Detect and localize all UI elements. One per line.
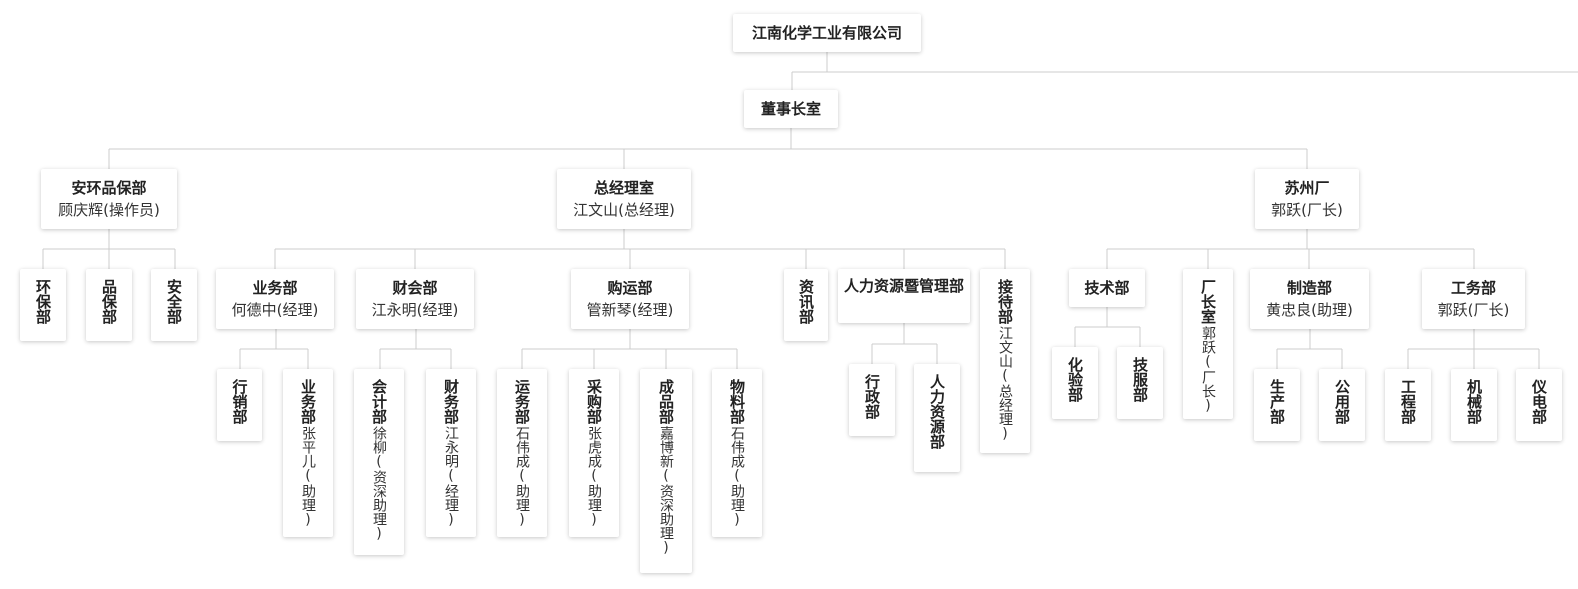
- node-materials-dept[interactable]: 物料部 石伟成(助理): [712, 369, 762, 537]
- node-machinery-dept[interactable]: 机械部: [1451, 369, 1497, 441]
- node-human-resources-dept[interactable]: 人力资源部: [914, 364, 960, 472]
- node-plant-manager-office[interactable]: 厂长室 郭跃(厂长): [1183, 269, 1233, 419]
- node-title: 江南化学工业有限公司: [751, 24, 902, 42]
- node-safety-dept[interactable]: 安全部: [151, 269, 197, 341]
- node-title: 会计部: [370, 379, 388, 424]
- node-title: 技服部: [1131, 357, 1149, 402]
- node-subtitle: 管新琴(经理): [586, 301, 674, 319]
- node-utilities-dept[interactable]: 公用部: [1319, 369, 1365, 441]
- node-environment-dept[interactable]: 环保部: [20, 269, 66, 341]
- node-subtitle: 郭跃(厂长): [1200, 326, 1216, 414]
- node-subtitle: 江文山(总经理): [573, 201, 675, 219]
- node-chairman-office[interactable]: 董事长室: [744, 90, 838, 128]
- node-title: 行政部: [863, 374, 881, 419]
- node-finished-goods-dept[interactable]: 成品部 嘉博新(资深助理): [640, 369, 692, 573]
- node-finance-accounting-dept[interactable]: 财会部 江永明(经理): [356, 269, 474, 329]
- node-information-dept[interactable]: 资讯部: [784, 269, 828, 341]
- node-subtitle: 江永明(经理): [443, 426, 459, 528]
- node-title: 技术部: [1084, 279, 1130, 297]
- node-title: 业务部: [299, 379, 317, 424]
- node-transport-dept[interactable]: 运务部 石伟成(助理): [497, 369, 547, 537]
- node-subtitle: 石伟成(助理): [514, 426, 530, 528]
- node-subtitle: 嘉博新(资深助理): [658, 426, 674, 556]
- org-chart: 江南化学工业有限公司 董事长室 安环品保部 顾庆辉(操作员) 总经理室 江文山(…: [0, 0, 1578, 589]
- node-subtitle: 郭跃(厂长): [1271, 201, 1343, 219]
- node-title: 财会部: [392, 279, 438, 297]
- node-title: 行销部: [230, 379, 249, 424]
- node-suzhou-plant[interactable]: 苏州厂 郭跃(厂长): [1255, 169, 1359, 229]
- node-subtitle: 石伟成(助理): [729, 426, 745, 528]
- node-title: 苏州厂: [1284, 179, 1330, 197]
- node-subtitle: 顾庆辉(操作员): [58, 201, 160, 219]
- node-title: 工务部: [1450, 279, 1496, 297]
- node-subtitle: 张平儿(助理): [300, 426, 316, 528]
- node-jiangnan-chemical-company[interactable]: 江南化学工业有限公司: [733, 14, 921, 52]
- node-title: 机械部: [1465, 379, 1483, 424]
- node-title: 工程部: [1399, 379, 1417, 424]
- node-reception-dept[interactable]: 接待部 江文山(总经理): [980, 269, 1030, 453]
- node-title: 购运部: [607, 279, 653, 297]
- node-title: 厂长室: [1199, 279, 1217, 324]
- node-engineering-works-dept[interactable]: 工务部 郭跃(厂长): [1422, 269, 1525, 329]
- node-title: 业务部: [252, 279, 298, 297]
- node-instrument-electrical-dept[interactable]: 仪电部: [1516, 369, 1562, 441]
- node-title: 采购部: [585, 379, 603, 424]
- node-safety-quality-dept[interactable]: 安环品保部 顾庆辉(操作员): [41, 169, 177, 229]
- node-subtitle: 何德中(经理): [231, 301, 319, 319]
- node-laboratory-dept[interactable]: 化验部: [1052, 347, 1098, 419]
- node-title: 公用部: [1333, 379, 1351, 424]
- node-business-subdept[interactable]: 业务部 张平儿(助理): [283, 369, 333, 537]
- node-general-manager-office[interactable]: 总经理室 江文山(总经理): [557, 169, 691, 229]
- node-production-dept[interactable]: 生产部: [1254, 369, 1300, 441]
- node-title: 资讯部: [797, 279, 815, 324]
- node-finance-dept[interactable]: 财务部 江永明(经理): [426, 369, 476, 537]
- node-title: 接待部: [996, 279, 1014, 324]
- node-business-dept[interactable]: 业务部 何德中(经理): [216, 269, 334, 329]
- node-subtitle: 黄忠良(助理): [1266, 301, 1353, 319]
- node-title: 化验部: [1066, 357, 1084, 402]
- node-title: 环保部: [34, 279, 52, 324]
- node-subtitle: 江文山(总经理): [997, 326, 1013, 442]
- node-manufacturing-dept[interactable]: 制造部 黄忠良(助理): [1250, 269, 1369, 329]
- node-technology-dept[interactable]: 技术部: [1069, 269, 1145, 307]
- node-title: 人力资源暨管理部: [843, 277, 964, 295]
- node-subtitle: 徐柳(资深助理): [371, 426, 387, 542]
- node-subtitle: 江永明(经理): [371, 301, 459, 319]
- node-title: 总经理室: [593, 179, 654, 197]
- node-title: 制造部: [1286, 279, 1332, 297]
- node-title: 安全部: [165, 279, 183, 324]
- node-subtitle: 张虎成(助理): [586, 426, 602, 528]
- node-marketing-dept[interactable]: 行销部: [217, 369, 262, 441]
- node-purchasing-dept[interactable]: 采购部 张虎成(助理): [569, 369, 619, 537]
- node-hr-management-dept[interactable]: 人力资源暨管理部: [838, 269, 970, 323]
- node-purchasing-transport-dept[interactable]: 购运部 管新琴(经理): [571, 269, 689, 329]
- node-title: 物料部: [728, 379, 746, 424]
- node-accounting-dept[interactable]: 会计部 徐柳(资深助理): [354, 369, 404, 555]
- node-engineering-dept[interactable]: 工程部: [1385, 369, 1431, 441]
- node-title: 品保部: [100, 279, 118, 324]
- node-title: 生产部: [1268, 379, 1286, 424]
- node-title: 仪电部: [1530, 379, 1548, 424]
- node-title: 董事长室: [760, 100, 821, 118]
- node-title: 运务部: [513, 379, 531, 424]
- node-title: 人力资源部: [928, 374, 946, 449]
- node-title: 财务部: [442, 379, 460, 424]
- node-subtitle: 郭跃(厂长): [1437, 301, 1510, 319]
- node-title: 成品部: [657, 379, 675, 424]
- node-quality-dept[interactable]: 品保部: [86, 269, 132, 341]
- node-technical-service-dept[interactable]: 技服部: [1117, 347, 1163, 419]
- node-title: 安环品保部: [71, 179, 147, 197]
- node-administration-dept[interactable]: 行政部: [849, 364, 895, 436]
